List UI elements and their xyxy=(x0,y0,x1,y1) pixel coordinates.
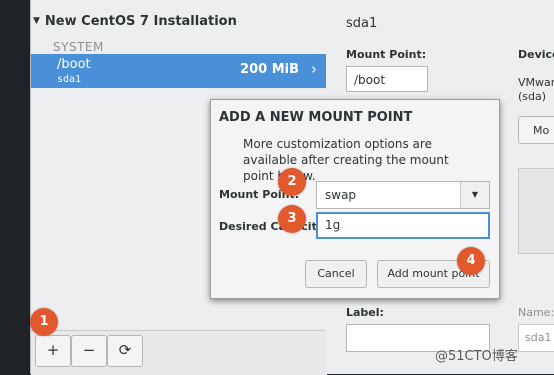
expand-triangle-icon: ▼ xyxy=(33,16,40,26)
step-badge-1: 1 xyxy=(30,308,58,336)
step-badge-2: 2 xyxy=(278,168,306,196)
mount-point-label: Mount Point: xyxy=(346,48,427,61)
device-label: Device xyxy=(518,48,554,61)
remove-mount-point-button[interactable]: − xyxy=(71,335,107,367)
device-value: VMwar (sda) xyxy=(518,76,554,104)
name-label: Name: xyxy=(518,306,554,319)
modify-button[interactable]: Mo xyxy=(518,116,554,144)
mount-point-field[interactable]: /boot xyxy=(346,66,428,92)
dialog-title: ADD A NEW MOUNT POINT xyxy=(219,110,413,125)
mount-point-combobox[interactable]: swap ▼ xyxy=(316,181,490,209)
device-options-box xyxy=(518,168,554,254)
refresh-button[interactable]: ⟳ xyxy=(107,335,143,367)
device-value-line2: (sda) xyxy=(518,90,547,103)
watermark: @51CTO博客 xyxy=(435,349,518,364)
mount-point-device: sda1 xyxy=(57,74,82,85)
device-value-line1: VMwar xyxy=(518,76,554,89)
details-title: sda1 xyxy=(346,16,378,31)
mount-point-size: 200 MiB xyxy=(240,62,299,77)
cancel-button[interactable]: Cancel xyxy=(305,260,367,288)
desired-capacity-label: Desired Capacity: xyxy=(219,220,329,233)
add-mount-point-dialog: ADD A NEW MOUNT POINT More customization… xyxy=(210,99,500,299)
dropdown-arrow-icon[interactable]: ▼ xyxy=(460,182,489,208)
mount-point-row-boot[interactable]: /boot sda1 200 MiB › xyxy=(31,54,327,88)
mount-point-toolbar: + − ⟳ xyxy=(31,330,327,375)
desired-capacity-input[interactable]: 1g xyxy=(316,212,490,239)
desired-capacity-value: 1g xyxy=(325,218,341,232)
add-mount-point-button[interactable]: + xyxy=(35,335,71,367)
label-label: Label: xyxy=(346,306,384,319)
installation-header-label: New CentOS 7 Installation xyxy=(44,14,237,29)
mount-point-combobox-value: swap xyxy=(325,188,357,202)
step-badge-4: 4 xyxy=(457,247,485,275)
system-section-label: SYSTEM xyxy=(53,40,104,54)
mount-point-name: /boot xyxy=(57,57,91,72)
step-badge-3: 3 xyxy=(278,205,306,233)
chevron-right-icon: › xyxy=(311,60,317,78)
installation-header[interactable]: ▼ New CentOS 7 Installation xyxy=(33,14,237,29)
name-field[interactable]: sda1 xyxy=(518,324,554,352)
